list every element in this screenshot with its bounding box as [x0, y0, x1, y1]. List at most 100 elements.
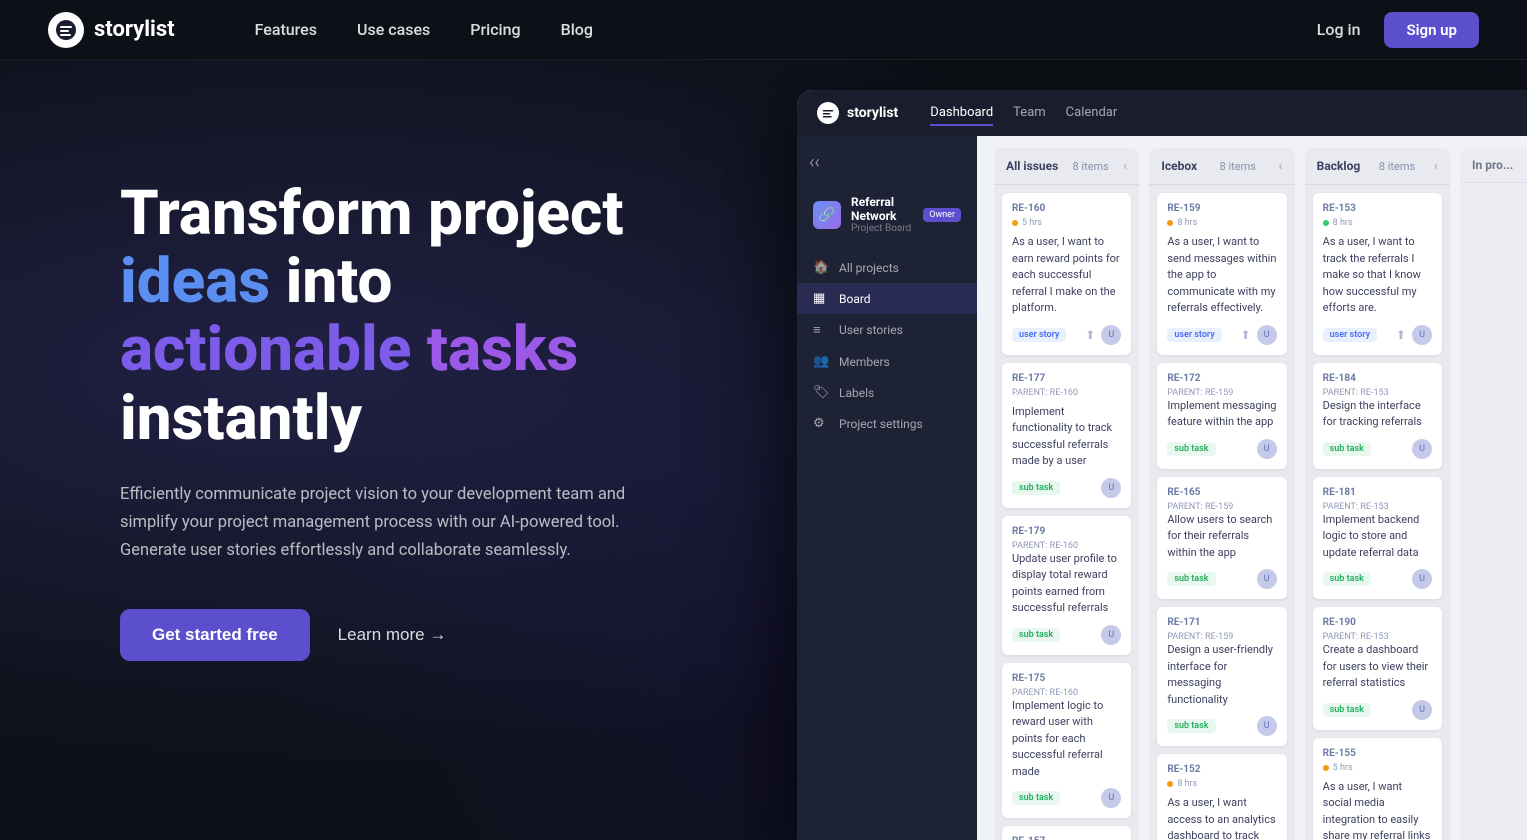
column-icebox-count: 8 items	[1220, 160, 1256, 173]
app-logo: storylist	[817, 102, 898, 124]
sidebar-item-board[interactable]: ▦ Board	[797, 283, 977, 314]
hero-title: Transform project ideas into actionable …	[120, 180, 680, 453]
card-tag: sub task	[1012, 481, 1060, 495]
sidebar-item-labels[interactable]: 🏷 Labels	[797, 377, 977, 408]
card-text: Implement functionality to track success…	[1012, 404, 1121, 470]
card-text: Design a user-friendly interface for mes…	[1167, 642, 1276, 708]
card-RE-190: RE-190 PARENT: RE-153 Create a dashboard…	[1313, 607, 1442, 730]
card-footer: sub task U	[1012, 788, 1121, 808]
card-tag: user story	[1323, 328, 1377, 342]
card-footer: sub task U	[1323, 439, 1432, 459]
app-tab-team[interactable]: Team	[1013, 101, 1046, 126]
hero-title-instantly: instantly	[120, 382, 362, 455]
app-nav-tabs: Dashboard Team Calendar	[930, 101, 1117, 126]
card-RE-184: RE-184 PARENT: RE-153 Design the interfa…	[1313, 363, 1442, 469]
column-in-progress: In pro...	[1460, 148, 1527, 840]
card-RE-159: RE-159 8 hrs As a user, I want to send m…	[1157, 193, 1286, 355]
app-sidebar: ‹‹ 🔗 Referral Network Project Board Owne…	[797, 136, 977, 840]
card-id: RE-179	[1012, 526, 1121, 537]
sidebar-collapse-btn[interactable]: ‹‹	[797, 152, 977, 185]
card-text: Allow users to search for their referral…	[1167, 512, 1276, 562]
app-tab-calendar[interactable]: Calendar	[1066, 101, 1118, 126]
card-avatar: U	[1412, 569, 1432, 589]
signup-button[interactable]: Sign up	[1384, 12, 1479, 48]
card-avatar: U	[1257, 569, 1277, 589]
brand-logo[interactable]: storylist	[48, 12, 175, 48]
card-RE-181: RE-181 PARENT: RE-153 Implement backend …	[1313, 477, 1442, 600]
nav-pricing[interactable]: Pricing	[470, 20, 520, 39]
sidebar-label-labels: Labels	[839, 386, 874, 400]
card-tag: sub task	[1167, 572, 1215, 586]
card-hours: 8 hrs	[1323, 218, 1432, 228]
card-RE-172: RE-172 PARENT: RE-159 Implement messagin…	[1157, 363, 1286, 469]
card-footer: sub task U	[1323, 569, 1432, 589]
nav-blog[interactable]: Blog	[561, 20, 593, 39]
column-backlog-collapse[interactable]: ‹	[1434, 158, 1438, 174]
card-id: RE-155	[1323, 748, 1432, 759]
card-share-icon[interactable]: ⬆	[1085, 328, 1095, 342]
column-all-issues-collapse[interactable]: ‹	[1123, 158, 1127, 174]
app-preview: storylist Dashboard Team Calendar ‹‹ 🔗 R…	[797, 90, 1527, 840]
card-avatar: U	[1257, 325, 1277, 345]
nav-use-cases[interactable]: Use cases	[357, 20, 430, 39]
column-icebox-cards: RE-159 8 hrs As a user, I want to send m…	[1149, 185, 1294, 840]
card-parent: PARENT: RE-153	[1323, 632, 1432, 642]
card-dot	[1323, 220, 1329, 226]
card-id: RE-157	[1012, 836, 1121, 840]
card-tag: sub task	[1323, 703, 1371, 717]
card-tag: user story	[1012, 328, 1066, 342]
card-avatar: U	[1412, 439, 1432, 459]
board-main: All issues 8 items ‹ RE-160 5 hrs As a u…	[977, 136, 1527, 840]
column-all-issues-header: All issues 8 items ‹	[994, 148, 1139, 185]
card-id: RE-181	[1323, 487, 1432, 498]
project-sub: Project Board	[851, 223, 913, 234]
nav-features[interactable]: Features	[255, 20, 317, 39]
card-parent: PARENT: RE-160	[1012, 688, 1121, 698]
project-info: Referral Network Project Board	[851, 195, 913, 234]
sidebar-item-members[interactable]: 👥 Members	[797, 346, 977, 377]
hero-subtitle: Efficiently communicate project vision t…	[120, 481, 680, 565]
card-text: Design the interface for tracking referr…	[1323, 398, 1432, 431]
card-RE-155: RE-155 5 hrs As a user, I want social me…	[1313, 738, 1442, 840]
card-parent: PARENT: RE-159	[1167, 632, 1276, 642]
card-RE-179: RE-179 PARENT: RE-160 Update user profil…	[1002, 516, 1131, 655]
column-backlog-count: 8 items	[1379, 160, 1415, 173]
login-link[interactable]: Log in	[1317, 20, 1361, 39]
card-dot	[1167, 781, 1173, 787]
column-backlog-cards: RE-153 8 hrs As a user, I want to track …	[1305, 185, 1450, 840]
hero-title-tasks: tasks	[427, 313, 578, 386]
card-tag: user story	[1167, 328, 1221, 342]
sidebar-item-user-stories[interactable]: ≡ User stories	[797, 314, 977, 346]
home-icon: 🏠	[813, 260, 829, 275]
card-footer: sub task U	[1323, 700, 1432, 720]
board-icon: ▦	[813, 291, 829, 306]
brand-name: storylist	[94, 17, 175, 42]
labels-icon: 🏷	[813, 385, 829, 400]
column-backlog-title: Backlog	[1317, 159, 1361, 173]
card-id: RE-160	[1012, 203, 1121, 214]
card-share-icon[interactable]: ⬆	[1396, 328, 1406, 342]
card-dot	[1167, 220, 1173, 226]
card-footer: user story ⬆ U	[1167, 325, 1276, 345]
app-logo-icon	[817, 102, 839, 124]
nav-links: Features Use cases Pricing Blog	[255, 20, 593, 39]
hero-title-actionable: actionable	[120, 313, 427, 386]
column-icebox-title: Icebox	[1161, 159, 1197, 173]
column-icebox-collapse[interactable]: ‹	[1278, 158, 1282, 174]
card-avatar: U	[1101, 478, 1121, 498]
card-id: RE-184	[1323, 373, 1432, 384]
get-started-button[interactable]: Get started free	[120, 609, 310, 661]
card-parent: PARENT: RE-153	[1323, 502, 1432, 512]
sidebar-label-all-projects: All projects	[839, 261, 899, 275]
card-text: As a user, I want to send messages withi…	[1167, 234, 1276, 317]
app-body: ‹‹ 🔗 Referral Network Project Board Owne…	[797, 136, 1527, 840]
card-avatar: U	[1412, 700, 1432, 720]
sidebar-item-all-projects[interactable]: 🏠 All projects	[797, 252, 977, 283]
learn-more-button[interactable]: Learn more →	[338, 625, 447, 645]
app-tab-dashboard[interactable]: Dashboard	[930, 101, 993, 126]
card-text: As a user, I want access to an analytics…	[1167, 795, 1276, 840]
sidebar-item-project-settings[interactable]: ⚙ Project settings	[797, 408, 977, 439]
card-share-icon[interactable]: ⬆	[1241, 328, 1251, 342]
card-id: RE-190	[1323, 617, 1432, 628]
card-footer: user story ⬆ U	[1323, 325, 1432, 345]
